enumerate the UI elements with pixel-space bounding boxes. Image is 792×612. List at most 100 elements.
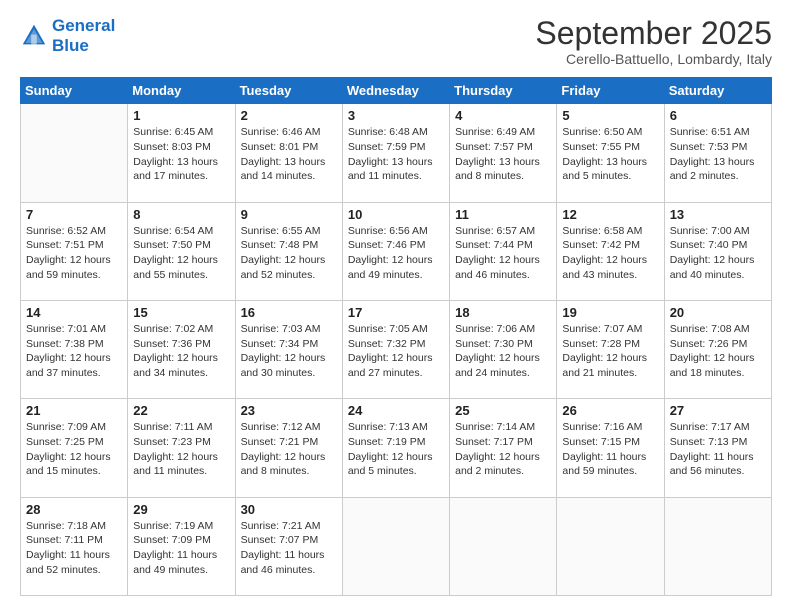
- calendar-cell: 20 Sunrise: 7:08 AMSunset: 7:26 PMDayligh…: [664, 300, 771, 398]
- calendar-cell: 19Sunrise: 7:07 AMSunset: 7:28 PMDayligh…: [557, 300, 664, 398]
- calendar-week-4: 21 Sunrise: 7:09 AMSunset: 7:25 PMDayligh…: [21, 399, 772, 497]
- cell-info: Sunrise: 7:12 AMSunset: 7:21 PMDaylight:…: [241, 420, 337, 479]
- calendar-cell: 15Sunrise: 7:02 AMSunset: 7:36 PMDayligh…: [128, 300, 235, 398]
- calendar-cell: [557, 497, 664, 595]
- cell-info: Sunrise: 7:05 AMSunset: 7:32 PMDaylight:…: [348, 322, 444, 381]
- calendar-cell: 29Sunrise: 7:19 AMSunset: 7:09 PMDayligh…: [128, 497, 235, 595]
- calendar-cell: 7 Sunrise: 6:52 AMSunset: 7:51 PMDaylight…: [21, 202, 128, 300]
- cell-date: 8: [133, 207, 229, 222]
- logo-text: General Blue: [52, 16, 115, 55]
- calendar-cell: 16Sunrise: 7:03 AMSunset: 7:34 PMDayligh…: [235, 300, 342, 398]
- cell-info: Sunrise: 7:08 AMSunset: 7:26 PMDaylight:…: [670, 322, 766, 381]
- cell-date: 7: [26, 207, 122, 222]
- col-friday: Friday: [557, 78, 664, 104]
- cell-date: 18: [455, 305, 551, 320]
- calendar-cell: 3 Sunrise: 6:48 AMSunset: 7:59 PMDaylight…: [342, 104, 449, 202]
- cell-date: 30: [241, 502, 337, 517]
- calendar-cell: 26Sunrise: 7:16 AMSunset: 7:15 PMDayligh…: [557, 399, 664, 497]
- main-title: September 2025: [535, 16, 772, 51]
- header: General Blue September 2025 Cerello-Batt…: [20, 16, 772, 67]
- calendar-week-5: 28Sunrise: 7:18 AMSunset: 7:11 PMDayligh…: [21, 497, 772, 595]
- cell-info: Sunrise: 7:14 AMSunset: 7:17 PMDaylight:…: [455, 420, 551, 479]
- col-wednesday: Wednesday: [342, 78, 449, 104]
- cell-info: Sunrise: 7:11 AMSunset: 7:23 PMDaylight:…: [133, 420, 229, 479]
- cell-date: 12: [562, 207, 658, 222]
- cell-date: 25: [455, 403, 551, 418]
- calendar-week-1: 1 Sunrise: 6:45 AMSunset: 8:03 PMDaylight…: [21, 104, 772, 202]
- calendar-week-3: 14 Sunrise: 7:01 AMSunset: 7:38 PMDayligh…: [21, 300, 772, 398]
- header-row: Sunday Monday Tuesday Wednesday Thursday…: [21, 78, 772, 104]
- cell-date: 4: [455, 108, 551, 123]
- calendar-cell: 6 Sunrise: 6:51 AMSunset: 7:53 PMDaylight…: [664, 104, 771, 202]
- calendar-cell: 9 Sunrise: 6:55 AMSunset: 7:48 PMDaylight…: [235, 202, 342, 300]
- cell-date: 17: [348, 305, 444, 320]
- cell-date: 2: [241, 108, 337, 123]
- col-monday: Monday: [128, 78, 235, 104]
- cell-info: Sunrise: 6:54 AMSunset: 7:50 PMDaylight:…: [133, 224, 229, 283]
- calendar-body: 1 Sunrise: 6:45 AMSunset: 8:03 PMDaylight…: [21, 104, 772, 596]
- cell-info: Sunrise: 7:09 AMSunset: 7:25 PMDaylight:…: [26, 420, 122, 479]
- calendar-cell: 11Sunrise: 6:57 AMSunset: 7:44 PMDayligh…: [450, 202, 557, 300]
- cell-date: 24: [348, 403, 444, 418]
- cell-info: Sunrise: 7:01 AMSunset: 7:38 PMDaylight:…: [26, 322, 122, 381]
- calendar-table: Sunday Monday Tuesday Wednesday Thursday…: [20, 77, 772, 596]
- col-sunday: Sunday: [21, 78, 128, 104]
- calendar-cell: 23 Sunrise: 7:12 AMSunset: 7:21 PMDayligh…: [235, 399, 342, 497]
- cell-info: Sunrise: 6:52 AMSunset: 7:51 PMDaylight:…: [26, 224, 122, 283]
- cell-date: 11: [455, 207, 551, 222]
- cell-info: Sunrise: 7:07 AMSunset: 7:28 PMDaylight:…: [562, 322, 658, 381]
- cell-date: 27: [670, 403, 766, 418]
- calendar-cell: [450, 497, 557, 595]
- cell-date: 13: [670, 207, 766, 222]
- cell-info: Sunrise: 7:13 AMSunset: 7:19 PMDaylight:…: [348, 420, 444, 479]
- calendar-cell: 12 Sunrise: 6:58 AMSunset: 7:42 PMDayligh…: [557, 202, 664, 300]
- subtitle: Cerello-Battuello, Lombardy, Italy: [535, 51, 772, 67]
- cell-date: 21: [26, 403, 122, 418]
- calendar-cell: 10Sunrise: 6:56 AMSunset: 7:46 PMDayligh…: [342, 202, 449, 300]
- calendar-cell: 30 Sunrise: 7:21 AMSunset: 7:07 PMDayligh…: [235, 497, 342, 595]
- cell-info: Sunrise: 6:56 AMSunset: 7:46 PMDaylight:…: [348, 224, 444, 283]
- cell-info: Sunrise: 6:48 AMSunset: 7:59 PMDaylight:…: [348, 125, 444, 184]
- cell-info: Sunrise: 6:50 AMSunset: 7:55 PMDaylight:…: [562, 125, 658, 184]
- calendar-cell: 22Sunrise: 7:11 AMSunset: 7:23 PMDayligh…: [128, 399, 235, 497]
- cell-info: Sunrise: 6:46 AMSunset: 8:01 PMDaylight:…: [241, 125, 337, 184]
- calendar-cell: 28Sunrise: 7:18 AMSunset: 7:11 PMDayligh…: [21, 497, 128, 595]
- calendar-cell: 5 Sunrise: 6:50 AMSunset: 7:55 PMDaylight…: [557, 104, 664, 202]
- cell-date: 6: [670, 108, 766, 123]
- col-tuesday: Tuesday: [235, 78, 342, 104]
- cell-date: 20: [670, 305, 766, 320]
- cell-date: 5: [562, 108, 658, 123]
- cell-info: Sunrise: 7:02 AMSunset: 7:36 PMDaylight:…: [133, 322, 229, 381]
- calendar-cell: [21, 104, 128, 202]
- calendar-cell: 4 Sunrise: 6:49 AMSunset: 7:57 PMDaylight…: [450, 104, 557, 202]
- cell-info: Sunrise: 6:45 AMSunset: 8:03 PMDaylight:…: [133, 125, 229, 184]
- cell-date: 1: [133, 108, 229, 123]
- calendar-cell: 8 Sunrise: 6:54 AMSunset: 7:50 PMDaylight…: [128, 202, 235, 300]
- cell-info: Sunrise: 7:21 AMSunset: 7:07 PMDaylight:…: [241, 519, 337, 578]
- cell-info: Sunrise: 7:18 AMSunset: 7:11 PMDaylight:…: [26, 519, 122, 578]
- cell-date: 3: [348, 108, 444, 123]
- calendar-cell: 27Sunrise: 7:17 AMSunset: 7:13 PMDayligh…: [664, 399, 771, 497]
- calendar-week-2: 7 Sunrise: 6:52 AMSunset: 7:51 PMDaylight…: [21, 202, 772, 300]
- cell-info: Sunrise: 6:55 AMSunset: 7:48 PMDaylight:…: [241, 224, 337, 283]
- col-saturday: Saturday: [664, 78, 771, 104]
- cell-info: Sunrise: 7:00 AMSunset: 7:40 PMDaylight:…: [670, 224, 766, 283]
- cell-info: Sunrise: 6:58 AMSunset: 7:42 PMDaylight:…: [562, 224, 658, 283]
- cell-info: Sunrise: 6:51 AMSunset: 7:53 PMDaylight:…: [670, 125, 766, 184]
- cell-info: Sunrise: 6:49 AMSunset: 7:57 PMDaylight:…: [455, 125, 551, 184]
- cell-date: 14: [26, 305, 122, 320]
- logo-general: General: [52, 16, 115, 35]
- calendar-cell: 1 Sunrise: 6:45 AMSunset: 8:03 PMDaylight…: [128, 104, 235, 202]
- cell-date: 9: [241, 207, 337, 222]
- calendar-cell: 13 Sunrise: 7:00 AMSunset: 7:40 PMDayligh…: [664, 202, 771, 300]
- calendar-cell: 14 Sunrise: 7:01 AMSunset: 7:38 PMDayligh…: [21, 300, 128, 398]
- calendar-cell: 25 Sunrise: 7:14 AMSunset: 7:17 PMDayligh…: [450, 399, 557, 497]
- calendar-cell: [664, 497, 771, 595]
- calendar-cell: 18Sunrise: 7:06 AMSunset: 7:30 PMDayligh…: [450, 300, 557, 398]
- cell-date: 23: [241, 403, 337, 418]
- title-block: September 2025 Cerello-Battuello, Lombar…: [535, 16, 772, 67]
- calendar-cell: 17 Sunrise: 7:05 AMSunset: 7:32 PMDayligh…: [342, 300, 449, 398]
- calendar-cell: 21 Sunrise: 7:09 AMSunset: 7:25 PMDayligh…: [21, 399, 128, 497]
- logo: General Blue: [20, 16, 115, 55]
- calendar-header: Sunday Monday Tuesday Wednesday Thursday…: [21, 78, 772, 104]
